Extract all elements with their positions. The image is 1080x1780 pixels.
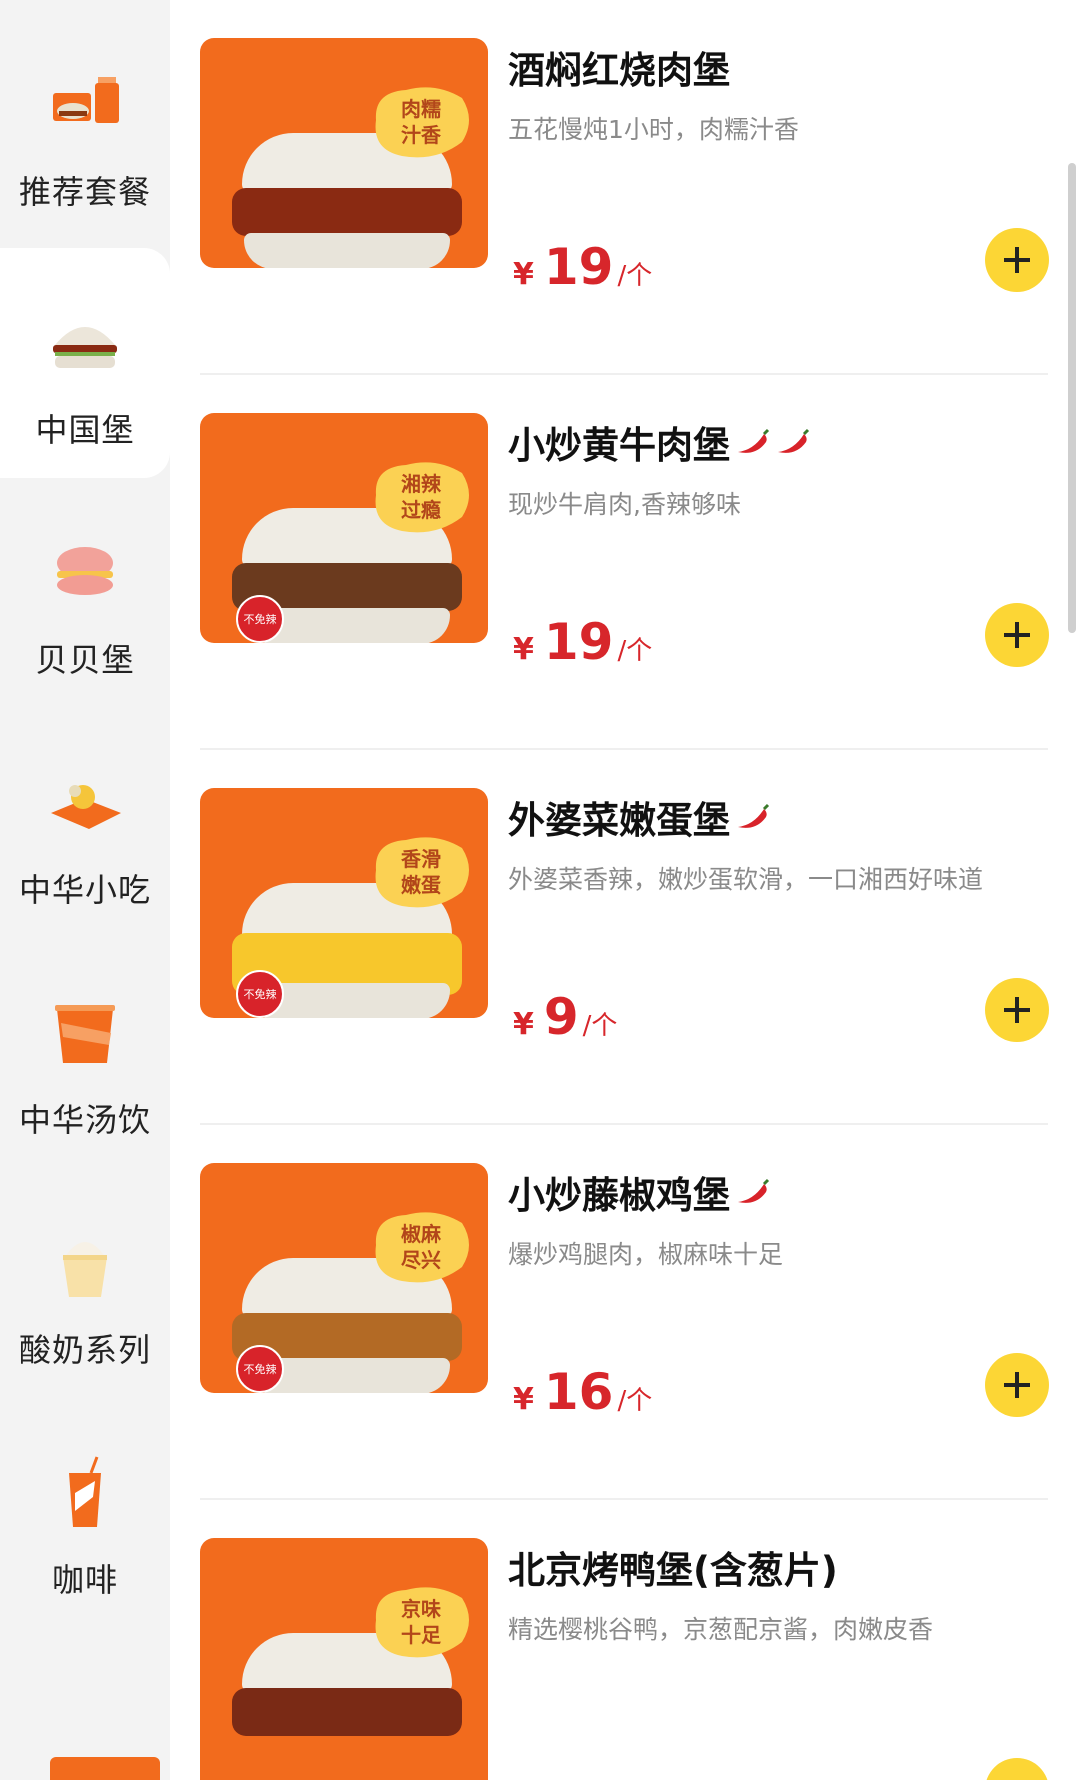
product-card[interactable]: 不免辣 椒麻 尽兴 小炒藤椒鸡堡 爆炒鸡腿肉，椒麻味十足 ¥16/个: [200, 1125, 1050, 1500]
add-to-cart-button-partial[interactable]: [985, 1758, 1049, 1780]
add-to-cart-button[interactable]: [985, 1353, 1049, 1417]
product-image[interactable]: 不免辣 湘辣 过瘾: [200, 413, 488, 643]
partial-category-icon: [50, 1757, 160, 1780]
product-description: 爆炒鸡腿肉，椒麻味十足: [508, 1240, 784, 1269]
product-name: 小炒藤椒鸡堡: [508, 1165, 770, 1219]
plus-icon: [1004, 1372, 1030, 1398]
product-card[interactable]: 肉糯 汁香 酒焖红烧肉堡 五花慢炖1小时，肉糯汁香 ¥19/个: [200, 0, 1050, 375]
plus-icon: [1004, 247, 1030, 273]
yogurt-icon: [45, 1223, 125, 1303]
spicy-tag: 不免辣: [236, 595, 284, 643]
spicy-tag: 不免辣: [236, 1345, 284, 1393]
sidebar-item-chinese-snacks[interactable]: 中华小吃: [0, 708, 170, 938]
sidebar-item-label: 推荐套餐: [18, 173, 151, 211]
plus-icon: [1004, 622, 1030, 648]
sidebar-item-label: 咖啡: [51, 1561, 118, 1599]
svg-text:十足: 十足: [401, 1623, 442, 1647]
chili-pepper-icon: [778, 428, 810, 453]
svg-text:椒麻: 椒麻: [401, 1222, 442, 1246]
sidebar-item-beibei-burger[interactable]: 贝贝堡: [0, 478, 170, 708]
spicy-tag: 不免辣: [236, 970, 284, 1018]
combo-meal-icon: [45, 65, 125, 145]
feature-badge: 椒麻 尽兴: [375, 1212, 469, 1283]
product-description: 精选樱桃谷鸭，京葱配京酱，肉嫩皮香: [508, 1615, 934, 1644]
coffee-cup-icon: [45, 1453, 125, 1533]
chili-pepper-icon: [738, 1178, 770, 1203]
product-card[interactable]: 不免辣 香滑 嫩蛋 外婆菜嫩蛋堡 外婆菜香辣，嫩炒蛋软滑，一口湘西好味道 ¥9/…: [200, 750, 1050, 1125]
feature-badge: 肉糯 汁香: [375, 87, 469, 158]
product-card[interactable]: 不免辣 湘辣 过瘾 小炒黄牛肉堡 现炒牛肩肉,香辣够味 ¥19/个: [200, 375, 1050, 750]
product-card[interactable]: 京味 十足 北京烤鸭堡(含葱片) 精选樱桃谷鸭，京葱配京酱，肉嫩皮香: [200, 1500, 1050, 1780]
svg-text:湘辣: 湘辣: [401, 472, 442, 496]
sidebar-item-yogurt[interactable]: 酸奶系列: [0, 1168, 170, 1398]
feature-badge: 香滑 嫩蛋: [375, 837, 469, 908]
product-name: 北京烤鸭堡(含葱片): [508, 1549, 838, 1592]
product-price: ¥9/个: [513, 988, 618, 1046]
sidebar-item-label: 中国堡: [35, 411, 135, 449]
soup-cup-icon: [45, 993, 125, 1073]
svg-text:汁香: 汁香: [401, 123, 442, 147]
product-price: ¥16/个: [513, 1363, 653, 1421]
product-image[interactable]: 京味 十足: [200, 1538, 488, 1780]
plus-icon: [1004, 997, 1030, 1023]
burger-icon: [45, 303, 125, 383]
product-description: 现炒牛肩肉,香辣够味: [508, 490, 741, 519]
product-name: 外婆菜嫩蛋堡: [508, 790, 770, 844]
sidebar-item-label: 中华汤饮: [18, 1101, 151, 1139]
sidebar-item-label: 贝贝堡: [35, 641, 135, 679]
svg-text:京味: 京味: [401, 1597, 441, 1621]
svg-text:肉糯: 肉糯: [401, 97, 441, 121]
svg-text:香滑: 香滑: [401, 847, 441, 871]
product-image[interactable]: 不免辣 椒麻 尽兴: [200, 1163, 488, 1393]
svg-text:嫩蛋: 嫩蛋: [401, 873, 441, 897]
sidebar-item-label: 酸奶系列: [18, 1331, 151, 1369]
add-to-cart-button[interactable]: [985, 228, 1049, 292]
chili-pepper-icon: [738, 803, 770, 828]
sidebar-item-coffee[interactable]: 咖啡: [0, 1398, 170, 1628]
scrollbar[interactable]: [1068, 163, 1076, 633]
product-description: 五花慢炖1小时，肉糯汁香: [508, 115, 799, 144]
product-price: ¥19/个: [513, 238, 653, 296]
product-price: ¥19/个: [513, 613, 653, 671]
product-name: 小炒黄牛肉堡: [508, 415, 810, 469]
snack-icon: [45, 763, 125, 843]
sidebar-item-chinese-burger[interactable]: 中国堡: [0, 248, 170, 478]
product-image[interactable]: 肉糯 汁香: [200, 38, 488, 268]
product-description: 外婆菜香辣，嫩炒蛋软滑，一口湘西好味道: [508, 865, 984, 894]
small-burger-icon: [45, 533, 125, 613]
product-image[interactable]: 不免辣 香滑 嫩蛋: [200, 788, 488, 1018]
sidebar-item-label: 中华小吃: [18, 871, 151, 909]
add-to-cart-button[interactable]: [985, 978, 1049, 1042]
product-name: 酒焖红烧肉堡: [508, 49, 730, 92]
feature-badge: 京味 十足: [375, 1587, 469, 1658]
category-sidebar: 推荐套餐 中国堡 贝贝堡 中华小吃 中华汤饮 酸奶系列 咖啡: [0, 0, 170, 1780]
chili-pepper-icon: [738, 428, 770, 453]
sidebar-item-chinese-soup[interactable]: 中华汤饮: [0, 938, 170, 1168]
add-to-cart-button[interactable]: [985, 603, 1049, 667]
sidebar-item-combo[interactable]: 推荐套餐: [0, 10, 170, 240]
svg-text:尽兴: 尽兴: [401, 1248, 441, 1272]
svg-text:过瘾: 过瘾: [401, 498, 441, 522]
feature-badge: 湘辣 过瘾: [375, 462, 469, 533]
